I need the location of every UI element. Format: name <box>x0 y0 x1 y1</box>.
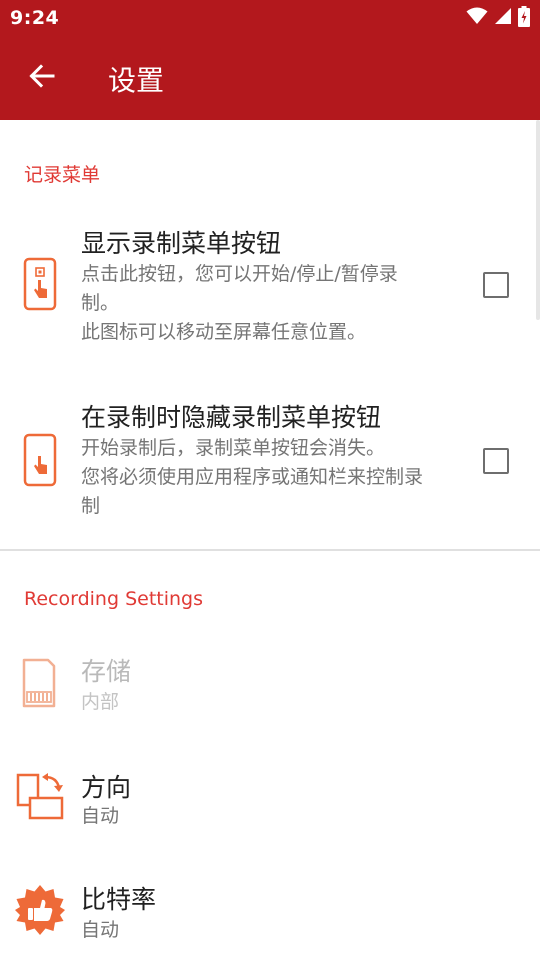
pref-show-record-menu-button[interactable]: 显示录制菜单按钮 点击此按钮，您可以开始/停止/暂停录 制。 此图标可以移动至屏… <box>0 200 540 370</box>
sd-card-icon <box>22 658 56 708</box>
summary-line: 此图标可以移动至屏幕任意位置。 <box>81 321 367 343</box>
hide-menu-while-recording-checkbox[interactable] <box>483 448 509 474</box>
phone-touch-menu-icon <box>22 256 58 312</box>
bitrate-badge-icon <box>14 884 66 936</box>
wifi-icon <box>466 7 488 29</box>
cell-signal-icon <box>494 7 512 29</box>
pref-summary: 自动 <box>81 802 466 831</box>
pref-title: 在录制时隐藏录制菜单按钮 <box>81 403 382 432</box>
summary-line: 开始录制后，录制菜单按钮会消失。 <box>81 437 386 459</box>
pref-summary: 内部 <box>81 688 466 717</box>
pref-title: 方向 <box>81 773 132 802</box>
arrow-back-icon <box>29 64 55 92</box>
phone-touch-hide-icon <box>22 432 58 488</box>
pref-title: 显示录制菜单按钮 <box>81 229 282 258</box>
section-header-record-menu: 记录菜单 <box>24 164 101 186</box>
summary-line: 制 <box>81 495 101 517</box>
summary-line: 内部 <box>81 691 120 713</box>
status-time: 9:24 <box>10 7 60 29</box>
pref-orientation[interactable]: 方向 自动 <box>0 754 540 858</box>
pref-summary: 自动 <box>81 916 466 945</box>
pref-storage[interactable]: 存储 内部 <box>0 640 540 744</box>
summary-line: 自动 <box>81 919 120 941</box>
settings-list[interactable]: 记录菜单 显示录制菜单按钮 点击此按钮，您可以开始/停止/暂停录 制。 此图标可… <box>0 120 540 960</box>
pref-title: 比特率 <box>81 885 157 914</box>
section-header-recording-settings: Recording Settings <box>24 588 203 610</box>
pref-hide-menu-while-recording[interactable]: 在录制时隐藏录制菜单按钮 开始录制后，录制菜单按钮会消失。 您将必须使用应用程序… <box>0 378 540 546</box>
back-button[interactable] <box>22 58 62 98</box>
battery-charging-icon <box>518 5 530 31</box>
rotate-screen-icon <box>14 770 66 822</box>
pref-bitrate[interactable]: 比特率 自动 <box>0 868 540 960</box>
section-divider <box>0 549 540 551</box>
summary-line: 自动 <box>81 805 120 827</box>
summary-line: 您将必须使用应用程序或通知栏来控制录 <box>81 466 424 488</box>
page-title: 设置 <box>108 64 165 97</box>
pref-summary: 开始录制后，录制菜单按钮会消失。 您将必须使用应用程序或通知栏来控制录 制 <box>81 434 466 521</box>
summary-line: 点击此按钮，您可以开始/停止/暂停录 <box>81 263 398 285</box>
show-record-menu-checkbox[interactable] <box>483 272 509 298</box>
pref-summary: 点击此按钮，您可以开始/停止/暂停录 制。 此图标可以移动至屏幕任意位置。 <box>81 260 466 347</box>
status-icons <box>466 5 530 31</box>
status-bar: 9:24 <box>0 0 540 36</box>
summary-line: 制。 <box>81 292 120 314</box>
app-bar: 设置 <box>0 36 540 120</box>
pref-title: 存储 <box>81 657 132 686</box>
